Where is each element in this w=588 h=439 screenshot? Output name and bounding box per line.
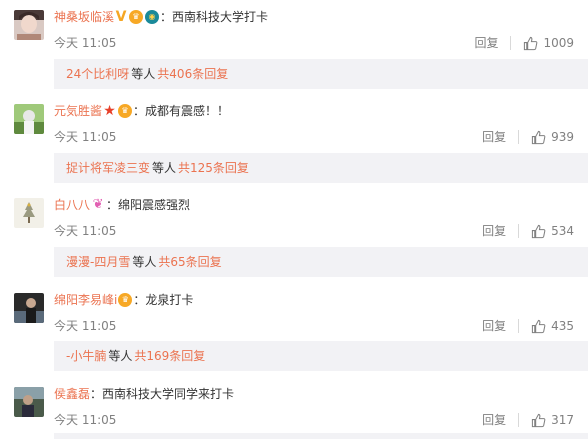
like-count: 534 [551,224,574,238]
vip-crown-icon[interactable]: ♛ [129,9,144,24]
reply-button[interactable]: 回复 [474,34,498,52]
comment-actions: 回复 435 [482,317,574,335]
avatar[interactable] [14,293,44,323]
comment-content: 龙泉打卡 [145,293,194,307]
like-button[interactable]: 435 [531,317,574,335]
reply-preview-bar[interactable]: 24个比利呀 等人 共406条回复 [54,59,588,89]
comment-text-line: 元気胜酱 ★ ♛ ：成都有震感！！ [54,100,229,122]
reply-preview-total[interactable]: 共169条回复 [134,349,205,363]
vip-crown-icon[interactable]: ♛ [118,103,133,118]
thumbs-up-icon [531,224,546,238]
thumbs-up-icon [524,36,538,50]
comment-content: 西南科技大学打卡 [172,10,269,24]
comment-content: 成都有震感！！ [145,104,230,118]
comment-content: 绵阳震感强烈 [118,198,191,212]
action-divider [518,413,520,427]
reply-button[interactable]: 回复 [482,222,506,240]
username-link[interactable]: 侯鑫磊 [54,387,90,401]
reply-preview-user[interactable]: 捉计将军凌三变 [66,161,150,175]
comment-content: 西南科技大学同学来打卡 [102,387,235,401]
thumbs-up-icon [531,130,546,144]
thumbs-up-icon [531,413,546,427]
reply-preview-total[interactable]: 共65条回复 [158,255,221,269]
username-link[interactable]: 神桑坂临溪 [54,10,114,24]
badge-group: ❦ [91,197,105,212]
reply-preview-mid: 等人 [132,255,157,269]
reply-preview-total[interactable]: 共125条回复 [178,161,249,175]
comment-actions: 回复 939 [482,128,574,146]
reply-preview-mid: 等人 [108,349,133,363]
colon-separator: ： [133,104,146,118]
comment-text-line: 白八八 ❦ ：绵阳震感强烈 [54,194,190,216]
comment-time: 今天 11:05 [54,130,117,144]
action-divider [518,319,520,333]
star-icon[interactable]: ★ [103,104,116,118]
verified-v-icon[interactable]: V [115,10,127,24]
badge-group: ★ ♛ [103,103,133,118]
like-count: 939 [551,130,574,144]
vip-crown-icon[interactable]: ♛ [118,292,133,307]
avatar[interactable] [14,10,44,40]
comment-actions: 回复 317 [482,411,574,429]
reply-button[interactable]: 回复 [482,128,506,146]
action-divider [518,130,520,144]
bow-icon[interactable]: ❦ [91,197,105,212]
reply-preview-user[interactable]: 24个比利呀 [66,67,129,81]
comment-time: 今天 11:05 [54,413,117,427]
colon-separator: ： [90,387,103,401]
badge-group: V ♛ ◉ [115,9,160,24]
reply-button[interactable]: 回复 [482,317,506,335]
reply-preview-total[interactable]: 共406条回复 [157,67,228,81]
reply-preview-user[interactable]: -小牛腩 [66,349,106,363]
avatar[interactable] [14,198,44,228]
reply-preview-user[interactable]: 漫漫-四月雪 [66,255,130,269]
comment-time: 今天 11:05 [54,319,117,333]
reply-preview-mid: 等人 [131,67,156,81]
username-link[interactable]: 绵阳李易峰i [54,293,117,307]
action-divider [510,36,512,50]
like-button[interactable]: 939 [531,128,574,146]
colon-separator: ： [106,198,119,212]
reply-preview-bar[interactable]: 捉计将军凌三变 等人 共125条回复 [54,153,588,183]
avatar[interactable] [14,104,44,134]
reply-preview-bar[interactable]: 漫漫-四月雪 等人 共65条回复 [54,247,588,277]
reply-preview-bar[interactable]: -小牛腩 等人 共169条回复 [54,341,588,371]
badge-group: ♛ [118,292,133,307]
action-divider [518,224,520,238]
comment-text-line: 绵阳李易峰i ♛ ：龙泉打卡 [54,289,193,311]
like-count: 435 [551,319,574,333]
username-link[interactable]: 白八八 [54,198,90,212]
like-button[interactable]: 317 [531,411,574,429]
comment-text-line: 侯鑫磊：西南科技大学同学来打卡 [54,383,234,405]
username-link[interactable]: 元気胜酱 [54,104,102,118]
comment-text-line: 神桑坂临溪 V ♛ ◉ ：西南科技大学打卡 [54,6,268,28]
colon-separator: ： [133,293,146,307]
comment-actions: 回复 534 [482,222,574,240]
like-button[interactable]: 534 [531,222,574,240]
like-button[interactable]: 1009 [523,34,574,52]
reply-preview-bar[interactable] [54,433,588,439]
comment-time: 今天 11:05 [54,224,117,238]
reply-button[interactable]: 回复 [482,411,506,429]
fans-badge-icon[interactable]: ◉ [145,9,160,24]
avatar[interactable] [14,387,44,417]
reply-preview-mid: 等人 [152,161,177,175]
comment-actions: 回复 1009 [474,34,574,52]
like-count: 317 [551,413,574,427]
thumbs-up-icon [531,319,546,333]
colon-separator: ： [160,10,173,24]
like-count: 1009 [543,36,574,50]
comment-time: 今天 11:05 [54,36,117,50]
